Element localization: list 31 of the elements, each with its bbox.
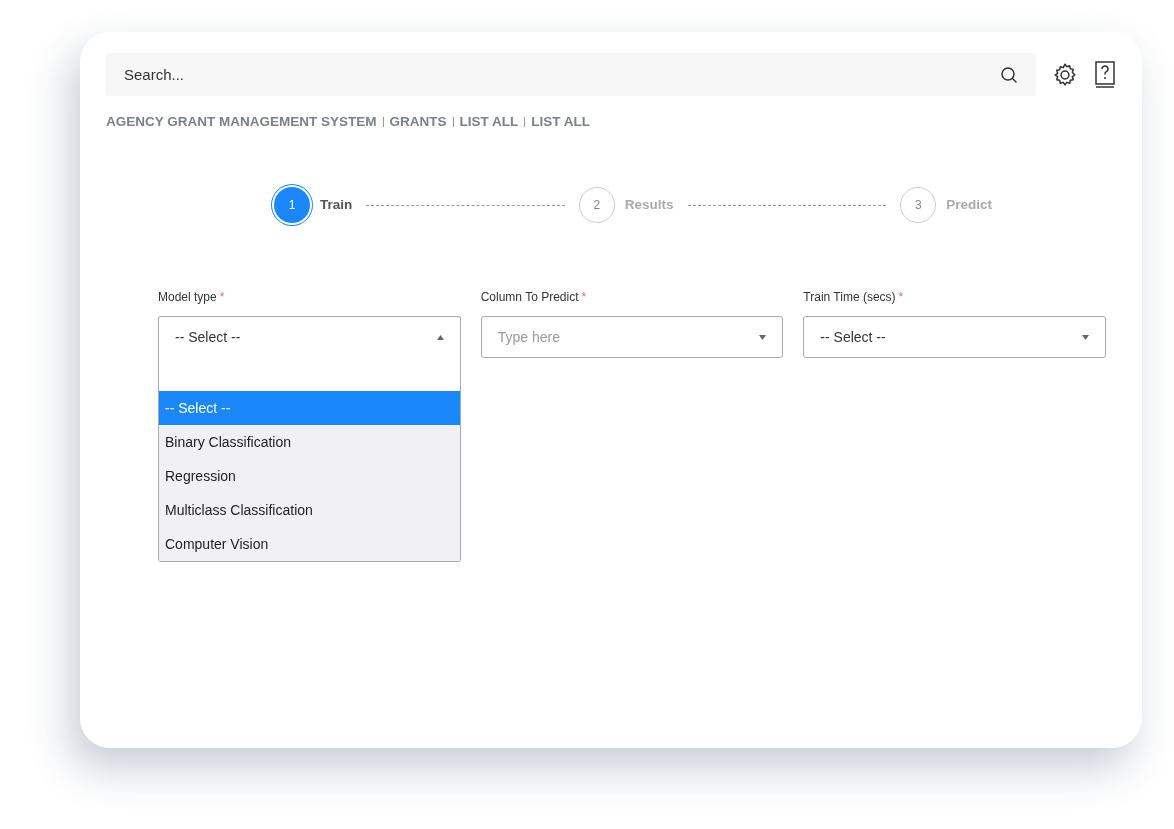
step-label: Predict — [946, 196, 992, 215]
required-mark: * — [898, 290, 904, 305]
step-number[interactable]: 1 — [274, 187, 310, 224]
dropdown-option[interactable]: -- Select -- — [159, 391, 460, 426]
dropdown-option[interactable]: Binary Classification — [159, 425, 460, 460]
breadcrumb-link[interactable]: LIST ALL — [459, 112, 519, 133]
step-number[interactable]: 3 — [900, 187, 937, 224]
breadcrumb-link[interactable]: LIST ALL — [531, 112, 590, 133]
step-label: Results — [624, 196, 674, 215]
step-label: Train — [320, 196, 353, 215]
breadcrumb-link[interactable]: GRANTS — [389, 112, 447, 133]
search-field[interactable]: Search... — [106, 53, 1036, 96]
settings-icon[interactable] — [1052, 61, 1078, 88]
breadcrumb-link[interactable]: AGENCY GRANT MANAGEMENT SYSTEM — [106, 112, 377, 133]
dropdown-option[interactable]: Regression — [159, 459, 460, 494]
select-dropdown[interactable]: -- Select -- — [158, 316, 461, 359]
caret-icon — [436, 335, 444, 341]
required-mark: * — [219, 290, 225, 305]
dropdown-option[interactable]: Multiclass Classification — [159, 493, 460, 528]
select-dropdown[interactable]: -- Select -- — [803, 316, 1106, 359]
combo-field[interactable]: Type here — [480, 316, 784, 359]
step-number[interactable]: 2 — [578, 187, 615, 224]
field-label: Column To Predict — [480, 290, 579, 305]
caret-icon — [759, 334, 767, 340]
help-book-icon[interactable] — [1094, 60, 1116, 89]
required-mark: * — [581, 290, 587, 305]
search-icon[interactable] — [1000, 66, 1018, 84]
field-label: Train Time (secs) — [803, 290, 896, 305]
dropdown-option[interactable]: Computer Vision — [159, 527, 460, 562]
caret-icon — [1082, 334, 1089, 340]
field-label: Model type — [158, 290, 217, 305]
